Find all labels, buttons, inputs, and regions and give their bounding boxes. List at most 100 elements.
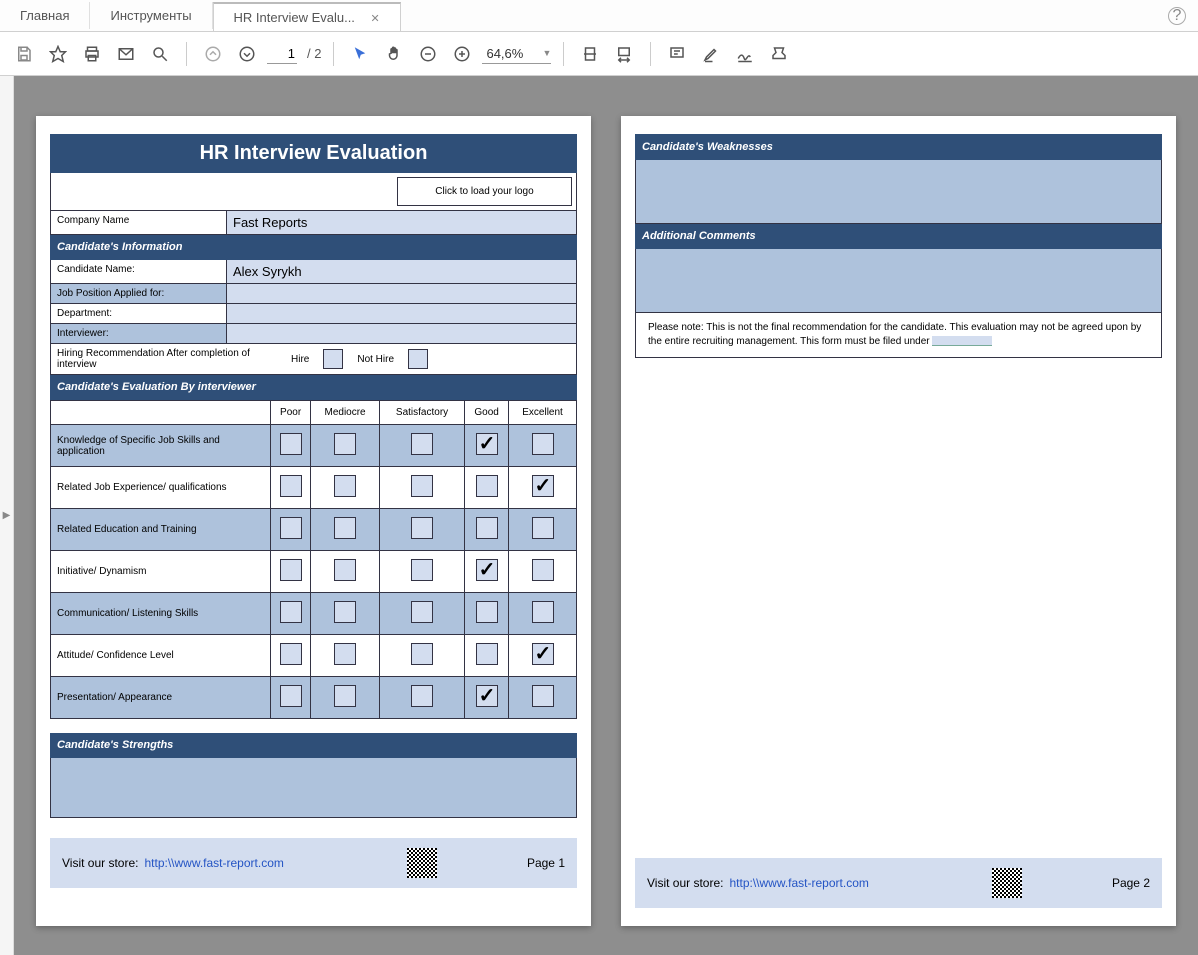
close-icon[interactable]: ✕ <box>371 13 380 25</box>
page-down-icon[interactable] <box>233 40 261 68</box>
favorite-icon[interactable] <box>44 40 72 68</box>
rating-checkbox[interactable] <box>532 643 554 665</box>
rating-checkbox[interactable] <box>476 517 498 539</box>
interviewer-value <box>226 324 576 343</box>
rating-header: Excellent <box>509 401 577 425</box>
rating-checkbox[interactable] <box>532 601 554 623</box>
tab-bar: Главная Инструменты HR Interview Evalu..… <box>0 0 1198 32</box>
separator <box>333 42 334 66</box>
rating-checkbox[interactable] <box>532 433 554 455</box>
page-number-input[interactable] <box>267 44 297 64</box>
rating-checkbox[interactable] <box>411 685 433 707</box>
section-weaknesses: Candidate's Weaknesses <box>635 134 1162 160</box>
rating-checkbox[interactable] <box>476 475 498 497</box>
not-hire-checkbox[interactable] <box>408 349 428 369</box>
zoom-input[interactable] <box>482 44 542 63</box>
rating-checkbox[interactable] <box>411 517 433 539</box>
hire-checkbox[interactable] <box>323 349 343 369</box>
tab-document[interactable]: HR Interview Evalu... ✕ <box>213 2 401 31</box>
interviewer-label: Interviewer: <box>51 324 226 343</box>
rating-checkbox[interactable] <box>411 559 433 581</box>
footer-link[interactable]: http:\\www.fast-report.com <box>729 876 868 890</box>
criterion-label: Knowledge of Specific Job Skills and app… <box>51 425 271 467</box>
separator <box>650 42 651 66</box>
rating-checkbox[interactable] <box>280 433 302 455</box>
tab-main[interactable]: Главная <box>0 2 90 29</box>
hire-recommendation-label: Hiring Recommendation After completion o… <box>57 348 277 370</box>
rating-checkbox[interactable] <box>334 643 356 665</box>
chevron-down-icon[interactable]: ▼ <box>542 48 551 58</box>
pointer-icon[interactable] <box>346 40 374 68</box>
zoom-in-icon[interactable] <box>448 40 476 68</box>
search-icon[interactable] <box>146 40 174 68</box>
rating-checkbox[interactable] <box>280 559 302 581</box>
toolbar: / 2 ▼ <box>0 32 1198 76</box>
rating-checkbox[interactable] <box>334 517 356 539</box>
rating-checkbox[interactable] <box>532 475 554 497</box>
section-comments: Additional Comments <box>635 224 1162 249</box>
separator <box>186 42 187 66</box>
comment-icon[interactable] <box>663 40 691 68</box>
strengths-box <box>50 758 577 818</box>
rating-checkbox[interactable] <box>532 559 554 581</box>
tab-document-label: HR Interview Evalu... <box>234 10 355 25</box>
rating-checkbox[interactable] <box>476 601 498 623</box>
logo-placeholder[interactable]: Click to load your logo <box>397 177 572 206</box>
qr-code-icon <box>407 848 437 878</box>
footer-link[interactable]: http:\\www.fast-report.com <box>144 856 283 870</box>
rating-checkbox[interactable] <box>280 517 302 539</box>
page-number: Page 2 <box>1112 876 1150 890</box>
separator <box>563 42 564 66</box>
rating-checkbox[interactable] <box>476 559 498 581</box>
hand-icon[interactable] <box>380 40 408 68</box>
rating-checkbox[interactable] <box>334 475 356 497</box>
help-icon[interactable]: ? <box>1168 7 1186 25</box>
fit-page-icon[interactable] <box>576 40 604 68</box>
rating-header: Mediocre <box>311 401 380 425</box>
print-icon[interactable] <box>78 40 106 68</box>
page-up-icon[interactable] <box>199 40 227 68</box>
candidate-name-value: Alex Syrykh <box>226 260 576 283</box>
criterion-label: Attitude/ Confidence Level <box>51 635 271 677</box>
not-hire-label: Not Hire <box>357 354 394 365</box>
rating-checkbox[interactable] <box>411 643 433 665</box>
rating-checkbox[interactable] <box>411 475 433 497</box>
evaluation-table: PoorMediocreSatisfactoryGoodExcellent Kn… <box>50 400 577 719</box>
rating-checkbox[interactable] <box>280 601 302 623</box>
chevron-right-icon: ▶ <box>3 510 11 521</box>
document-viewer[interactable]: HR Interview Evaluation Click to load yo… <box>14 76 1198 955</box>
page-1: HR Interview Evaluation Click to load yo… <box>36 116 591 926</box>
criterion-label: Communication/ Listening Skills <box>51 593 271 635</box>
rating-checkbox[interactable] <box>476 433 498 455</box>
rating-header: Poor <box>271 401 311 425</box>
sidebar-expand-handle[interactable]: ▶ <box>0 76 14 955</box>
disclaimer-note: Please note: This is not the final recom… <box>635 313 1162 358</box>
department-value <box>226 304 576 323</box>
rating-checkbox[interactable] <box>476 685 498 707</box>
rating-checkbox[interactable] <box>334 433 356 455</box>
rating-checkbox[interactable] <box>532 685 554 707</box>
zoom-out-icon[interactable] <box>414 40 442 68</box>
highlight-icon[interactable] <box>697 40 725 68</box>
rating-checkbox[interactable] <box>334 601 356 623</box>
email-icon[interactable] <box>112 40 140 68</box>
rating-checkbox[interactable] <box>280 685 302 707</box>
tab-tools[interactable]: Инструменты <box>90 2 212 29</box>
company-value: Fast Reports <box>226 211 576 234</box>
rating-checkbox[interactable] <box>280 643 302 665</box>
fit-width-icon[interactable] <box>610 40 638 68</box>
sign-icon[interactable] <box>731 40 759 68</box>
rating-checkbox[interactable] <box>334 559 356 581</box>
rating-checkbox[interactable] <box>411 601 433 623</box>
save-icon[interactable] <box>10 40 38 68</box>
rating-checkbox[interactable] <box>411 433 433 455</box>
rating-checkbox[interactable] <box>280 475 302 497</box>
rating-checkbox[interactable] <box>334 685 356 707</box>
footer-text: Visit our store: <box>647 876 723 890</box>
rating-header: Satisfactory <box>379 401 464 425</box>
rating-checkbox[interactable] <box>476 643 498 665</box>
rating-checkbox[interactable] <box>532 517 554 539</box>
section-evaluation: Candidate's Evaluation By interviewer <box>50 375 577 400</box>
footer-text: Visit our store: <box>62 856 138 870</box>
stamp-icon[interactable] <box>765 40 793 68</box>
